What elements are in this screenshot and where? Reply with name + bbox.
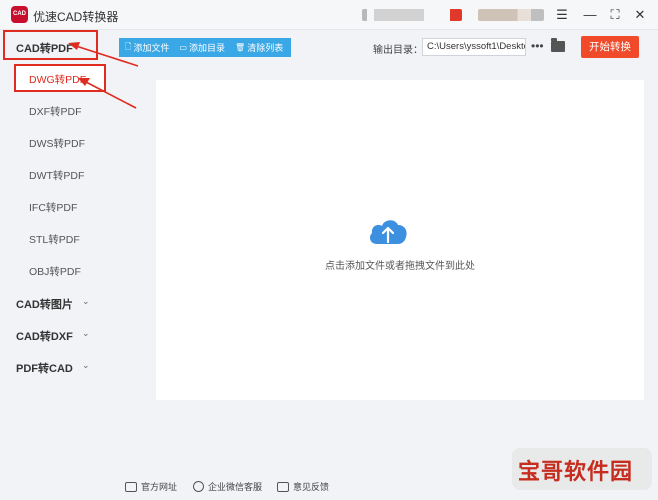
clear-list-label: 清除列表 xyxy=(247,43,284,53)
sidebar-item-label: DWG转PDF xyxy=(29,74,87,86)
sidebar-group-pdf-to-cad[interactable]: PDF转CAD ⌄ xyxy=(16,360,90,376)
open-folder-icon[interactable] xyxy=(551,38,565,52)
sidebar-group-cad-to-pdf[interactable]: CAD转PDF xyxy=(16,40,73,56)
sidebar-item-dwg-to-pdf[interactable]: DWG转PDF xyxy=(14,64,106,92)
menu-icon[interactable]: ☰ xyxy=(552,5,572,25)
chevron-down-icon: ⌄ xyxy=(82,296,90,306)
app-logo-icon: CAD xyxy=(11,6,28,23)
output-directory-field[interactable]: C:\Users\yssoft1\Desktop xyxy=(422,38,526,56)
wechat-support-link[interactable]: 企业微信客服 xyxy=(193,480,262,493)
monitor-icon xyxy=(125,481,137,492)
watermark-text: 宝哥软件园 xyxy=(518,459,634,484)
more-options-icon[interactable]: ••• xyxy=(531,39,544,53)
cloud-upload-icon xyxy=(369,220,407,244)
sidebar-group-cad-to-dxf[interactable]: CAD转DXF ⌄ xyxy=(16,328,90,344)
folder-icon: ▭ xyxy=(179,43,188,52)
trash-icon: 🗑 xyxy=(235,43,246,52)
feedback-link[interactable]: 意见反馈 xyxy=(277,480,329,493)
watermark: 宝哥软件园 xyxy=(512,448,652,490)
add-file-label: 添加文件 xyxy=(133,43,170,53)
blurred-account-info xyxy=(362,9,462,21)
drop-area-hint: 点击添加文件或者拖拽文件到此处 xyxy=(325,261,475,272)
sidebar-item-dwt-to-pdf[interactable]: DWT转PDF xyxy=(29,168,84,183)
sidebar-group-label: CAD转PDF xyxy=(16,43,73,55)
add-folder-label: 添加目录 xyxy=(189,43,226,53)
website-label: 官方网址 xyxy=(141,482,178,492)
chat-icon xyxy=(193,481,204,492)
document-icon xyxy=(277,481,289,492)
file-icon: 🗋 xyxy=(125,41,132,51)
sidebar-item-dws-to-pdf[interactable]: DWS转PDF xyxy=(29,136,85,151)
sidebar-item-dxf-to-pdf[interactable]: DXF转PDF xyxy=(29,104,82,119)
close-icon[interactable]: ✕ xyxy=(630,5,650,25)
sidebar-group-label: CAD转图片 xyxy=(16,299,73,311)
app-title: 优速CAD转换器 xyxy=(33,10,119,24)
clear-list-button[interactable]: 🗑 清除列表 xyxy=(229,41,287,54)
chevron-down-icon: ⌄ xyxy=(82,328,90,338)
wechat-support-label: 企业微信客服 xyxy=(208,482,263,492)
minimize-icon[interactable]: — xyxy=(580,5,600,25)
blurred-user-info xyxy=(478,9,544,21)
sidebar-group-label: PDF转CAD xyxy=(16,363,73,375)
title-bar: CAD 优速CAD转换器 ☰ — ⛶ ✕ xyxy=(0,0,658,30)
add-file-button[interactable]: 🗋 添加文件 xyxy=(119,41,173,55)
chevron-down-icon: ⌄ xyxy=(82,360,90,370)
start-convert-button[interactable]: 开始转换 xyxy=(581,36,639,58)
sidebar-item-obj-to-pdf[interactable]: OBJ转PDF xyxy=(29,264,81,279)
sidebar-group-label: CAD转DXF xyxy=(16,331,73,343)
feedback-label: 意见反馈 xyxy=(293,482,330,492)
output-directory-label: 输出目录： xyxy=(373,45,423,56)
sidebar-item-stl-to-pdf[interactable]: STL转PDF xyxy=(29,232,80,247)
maximize-icon[interactable]: ⛶ xyxy=(605,5,625,25)
file-toolbar: 🗋 添加文件 ▭ 添加目录 🗑 清除列表 xyxy=(119,38,291,57)
sidebar-item-ifc-to-pdf[interactable]: IFC转PDF xyxy=(29,200,77,215)
website-link[interactable]: 官方网址 xyxy=(125,480,177,493)
file-drop-area[interactable]: 点击添加文件或者拖拽文件到此处 xyxy=(156,80,644,400)
sidebar-group-cad-to-image[interactable]: CAD转图片 ⌄ xyxy=(16,296,90,312)
add-folder-button[interactable]: ▭ 添加目录 xyxy=(173,41,229,54)
